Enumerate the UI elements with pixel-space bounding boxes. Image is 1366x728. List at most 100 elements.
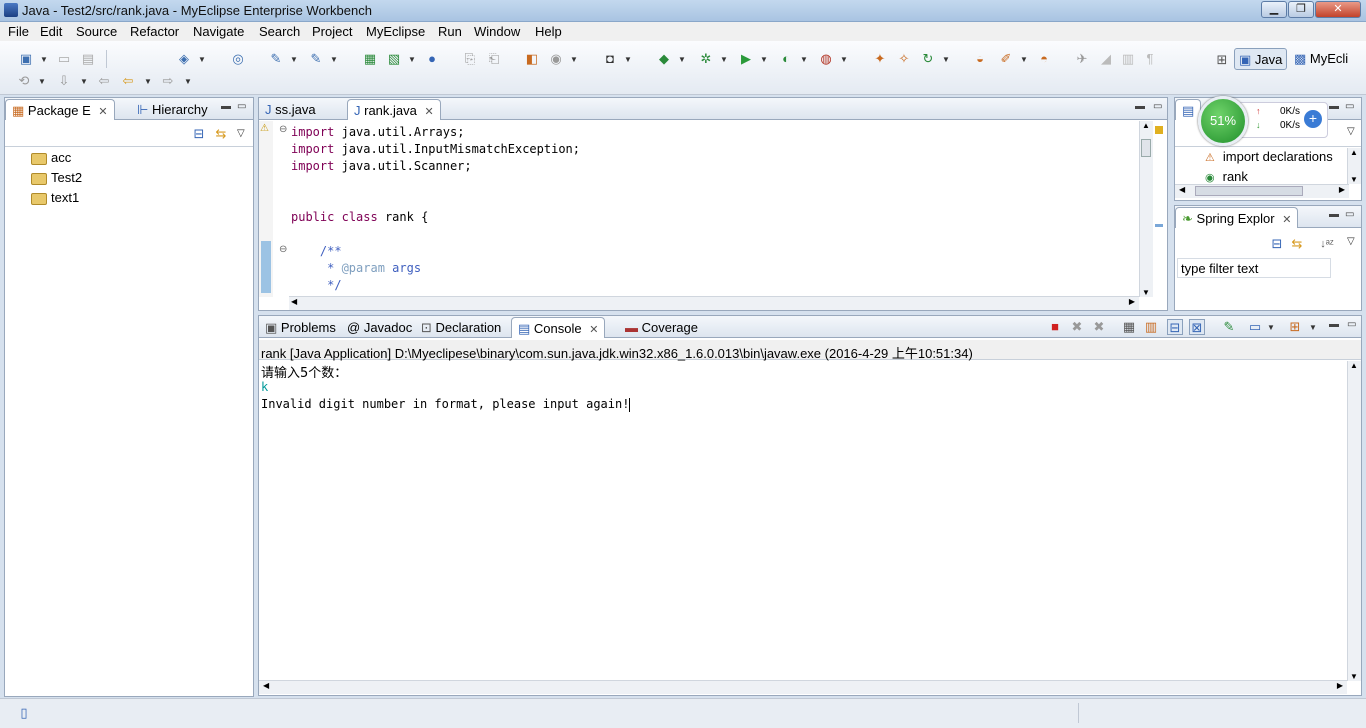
- scroll-down-icon[interactable]: ▼: [1350, 175, 1358, 184]
- overview-marker[interactable]: [1155, 224, 1163, 227]
- minimize-view-icon[interactable]: ▬: [1329, 319, 1339, 330]
- open-console-dropdown-icon[interactable]: ▼: [1309, 323, 1317, 332]
- back-dropdown-icon[interactable]: ▼: [144, 77, 152, 86]
- wizard2-icon[interactable]: ✎: [308, 51, 324, 67]
- console-output-error[interactable]: Invalid digit number in format, please i…: [261, 397, 631, 412]
- back-history-icon[interactable]: ⟲: [16, 73, 32, 89]
- tab-rank-java[interactable]: J rank.java ✕: [347, 99, 441, 120]
- scroll-up-icon[interactable]: ▲: [1350, 361, 1358, 370]
- tree-item-text1[interactable]: text1: [31, 190, 79, 205]
- outline-item-rank[interactable]: ◉ rank: [1205, 169, 1248, 184]
- link-editor-icon[interactable]: ⇆: [213, 126, 229, 142]
- menu-myeclipse[interactable]: MyEclipse: [366, 24, 425, 39]
- open-folder-icon[interactable]: ◒: [972, 51, 988, 67]
- scroll-right-icon[interactable]: ▶: [1339, 185, 1345, 194]
- scroll-thumb[interactable]: [1195, 186, 1303, 196]
- debug-icon[interactable]: ✲: [698, 51, 714, 67]
- show-on-error-icon[interactable]: ⊠: [1189, 319, 1205, 335]
- sort-icon[interactable]: ↓ᵃᶻ: [1319, 236, 1335, 252]
- camera-icon[interactable]: ◘: [602, 51, 618, 67]
- tab-spring-explorer[interactable]: ❧ Spring Explor ✕: [1175, 207, 1299, 228]
- code-line-3[interactable]: import java.util.Scanner;: [291, 159, 472, 173]
- run-server-icon[interactable]: ◆: [656, 51, 672, 67]
- wizard-dropdown-icon[interactable]: ▼: [290, 55, 298, 64]
- server-icon[interactable]: ◈: [176, 51, 192, 67]
- perspective-myeclipse[interactable]: ▩ MyEcli: [1290, 48, 1352, 70]
- last-edit-icon[interactable]: ⇦: [96, 73, 112, 89]
- scroll-down-icon[interactable]: ▼: [1350, 672, 1358, 681]
- tab-package-explorer[interactable]: ▦ Package E ✕: [5, 99, 115, 120]
- new-dropdown-icon[interactable]: ▼: [40, 55, 48, 64]
- wizard-icon[interactable]: ✎: [268, 51, 284, 67]
- tree-item-acc[interactable]: acc: [31, 150, 71, 165]
- server-dropdown-icon[interactable]: ▼: [198, 55, 206, 64]
- tree-item-test2[interactable]: Test2: [31, 170, 82, 185]
- brush-dropdown-icon[interactable]: ▼: [1020, 55, 1028, 64]
- code-line-5[interactable]: public class rank {: [291, 210, 428, 224]
- refresh-dropdown-icon[interactable]: ▼: [942, 55, 950, 64]
- scroll-lock-icon[interactable]: ▥: [1143, 319, 1159, 335]
- tab-ss-java[interactable]: J ss.java: [259, 99, 322, 120]
- menu-project[interactable]: Project: [312, 24, 352, 39]
- copy-icon[interactable]: ⎘: [462, 51, 478, 67]
- fold-icon[interactable]: ⊖: [279, 244, 287, 255]
- forward-icon[interactable]: ⇨: [160, 73, 176, 89]
- outline-horizontal-scrollbar[interactable]: ◀ ▶: [1175, 184, 1349, 198]
- forward-dropdown-icon[interactable]: ▼: [184, 77, 192, 86]
- menu-help[interactable]: Help: [535, 24, 562, 39]
- maximize-button[interactable]: ❐: [1288, 1, 1314, 18]
- tab-console[interactable]: ▤ Console ✕: [511, 317, 606, 338]
- view-menu-icon[interactable]: ▽: [237, 128, 245, 139]
- close-icon[interactable]: ✕: [98, 106, 107, 118]
- console-horizontal-scrollbar[interactable]: ◀ ▶: [259, 680, 1347, 694]
- debug-dropdown-icon[interactable]: ▼: [720, 55, 728, 64]
- scroll-down-icon[interactable]: ▼: [1142, 288, 1150, 297]
- run-dropdown-icon[interactable]: ▼: [760, 55, 768, 64]
- tab-javadoc[interactable]: @ Javadoc: [341, 317, 418, 338]
- show-whitespace-icon[interactable]: ¶: [1142, 51, 1158, 67]
- new-icon[interactable]: ▣: [18, 51, 34, 67]
- editor-horizontal-scrollbar[interactable]: ◀ ▶: [289, 296, 1139, 310]
- deploy-dropdown-icon[interactable]: ▼: [408, 55, 416, 64]
- annotate-icon[interactable]: ◢: [1098, 51, 1114, 67]
- code-line-2[interactable]: import java.util.InputMismatchException;: [291, 142, 580, 156]
- menu-navigate[interactable]: Navigate: [193, 24, 244, 39]
- menu-refactor[interactable]: Refactor: [130, 24, 179, 39]
- view-menu-icon[interactable]: ▽: [1347, 126, 1355, 137]
- tab-coverage[interactable]: ▬ Coverage: [619, 317, 704, 338]
- menu-edit[interactable]: Edit: [40, 24, 62, 39]
- pin-console-icon[interactable]: ✎: [1221, 319, 1237, 335]
- view-menu-icon[interactable]: ▽: [1347, 236, 1355, 247]
- close-icon[interactable]: ✕: [1282, 214, 1291, 226]
- outline-vertical-scrollbar[interactable]: ▲ ▼: [1347, 148, 1361, 184]
- print-icon[interactable]: ▤: [80, 51, 96, 67]
- deploy2-icon[interactable]: ▧: [386, 51, 402, 67]
- open-perspective-icon[interactable]: ⊞: [1214, 52, 1230, 68]
- deploy-icon[interactable]: ▦: [362, 51, 378, 67]
- open-type-icon[interactable]: ◧: [524, 51, 540, 67]
- run-icon[interactable]: ▶: [738, 51, 754, 67]
- search-tool-dropdown-icon[interactable]: ▼: [570, 55, 578, 64]
- next-annotation-dropdown-icon[interactable]: ▼: [80, 77, 88, 86]
- external-tools-dropdown-icon[interactable]: ▼: [840, 55, 848, 64]
- link-editor-icon[interactable]: ⇆: [1289, 236, 1305, 252]
- editor-vertical-scrollbar[interactable]: ▲ ▼: [1139, 121, 1153, 297]
- code-line-8[interactable]: * @param args: [291, 261, 421, 275]
- maximize-view-icon[interactable]: ▭: [1153, 101, 1162, 112]
- brush-icon[interactable]: ✐: [998, 51, 1014, 67]
- camera-dropdown-icon[interactable]: ▼: [624, 55, 632, 64]
- minimize-view-icon[interactable]: ▬: [1329, 209, 1339, 220]
- menu-window[interactable]: Window: [474, 24, 520, 39]
- fold-icon[interactable]: ⊖: [279, 124, 287, 135]
- collapse-all-icon[interactable]: ⊟: [191, 126, 207, 142]
- scroll-right-icon[interactable]: ▶: [1129, 297, 1135, 306]
- search-tool-icon[interactable]: ◉: [548, 51, 564, 67]
- scroll-left-icon[interactable]: ◀: [263, 681, 269, 690]
- block-icon[interactable]: ▥: [1120, 51, 1136, 67]
- new-package-icon[interactable]: ✦: [872, 51, 888, 67]
- show-on-output-icon[interactable]: ⊟: [1167, 319, 1183, 335]
- close-button[interactable]: ✕: [1315, 1, 1361, 18]
- network-speed-widget[interactable]: 51% ↑ ↓ 0K/s 0K/s +: [1198, 96, 1332, 146]
- perspective-java[interactable]: ▣ Java: [1234, 48, 1288, 70]
- tab-hierarchy[interactable]: ⊩ Hierarchy: [131, 99, 214, 120]
